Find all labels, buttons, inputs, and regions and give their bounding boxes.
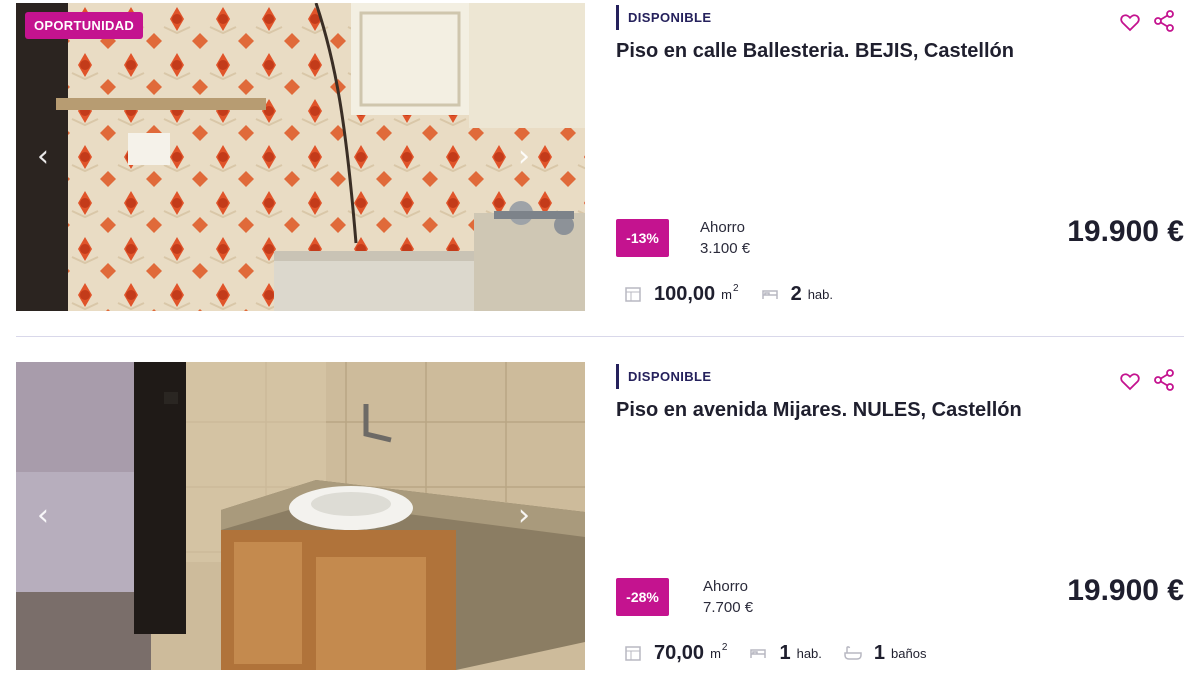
- chevron-left-icon[interactable]: ‹: [32, 501, 54, 531]
- rooms-feature: 1 hab.: [749, 641, 822, 665]
- kitchen-granite-counter-photo: [16, 362, 585, 670]
- bathtub-icon: [844, 646, 862, 660]
- bed-icon: [750, 649, 767, 658]
- rooms-value: 2: [790, 282, 802, 305]
- bed-icon: [761, 290, 778, 299]
- discount-badge: -13%: [616, 219, 669, 257]
- listing-photo[interactable]: OPORTUNIDAD: [16, 3, 585, 311]
- listing-title[interactable]: Piso en avenida Mijares. NULES, Castelló…: [616, 399, 1022, 422]
- rooms-value: 1: [779, 641, 791, 664]
- features-row: 100,00 m2 2 hab.: [624, 279, 855, 309]
- rooms-unit: hab.: [796, 645, 822, 661]
- baths-unit: baños: [891, 645, 927, 661]
- rooms-feature: 2 hab.: [761, 283, 833, 306]
- baths-value: 1: [873, 641, 886, 664]
- baths-feature: 1 baños: [844, 641, 927, 665]
- area-unit-sup: 2: [721, 641, 728, 653]
- features-row: 70,00 m2 1 hab. 1 baños: [624, 638, 948, 668]
- heart-icon[interactable]: [1118, 10, 1142, 34]
- chevron-right-icon[interactable]: ›: [513, 501, 535, 531]
- price: 19.900 €: [1067, 215, 1184, 248]
- listing-title[interactable]: Piso en calle Ballesteria. BEJIS, Castel…: [616, 40, 1014, 63]
- discount-badge: -28%: [616, 578, 669, 616]
- area-unit-sup: 2: [733, 282, 739, 294]
- area-unit: m: [721, 286, 733, 302]
- heart-icon[interactable]: [1118, 369, 1142, 393]
- status-label: DISPONIBLE: [616, 5, 711, 30]
- rooms-unit: hab.: [807, 286, 834, 302]
- saving-label: Ahorro: [703, 578, 749, 595]
- opportunity-badge: OPORTUNIDAD: [25, 12, 144, 39]
- share-icon[interactable]: [1152, 368, 1176, 392]
- area-feature: 70,00 m2: [624, 642, 727, 665]
- divider: [16, 336, 1184, 337]
- area-value: 70,00: [654, 641, 705, 664]
- saving-label: Ahorro: [700, 219, 746, 236]
- saving-value: 7.700 €: [703, 599, 754, 616]
- listing-photo[interactable]: [16, 362, 585, 670]
- area-value: 100,00: [654, 282, 716, 305]
- price: 19.900 €: [1067, 574, 1184, 607]
- saving-value: 3.100 €: [700, 240, 751, 257]
- listing-card[interactable]: ‹ › DISPONIBLE Piso en avenida Mijares. …: [0, 362, 1200, 672]
- share-icon[interactable]: [1152, 9, 1176, 33]
- area-unit: m: [710, 645, 721, 661]
- listing-card[interactable]: OPORTUNIDAD ‹ › DISPONIBLE Piso en calle…: [0, 3, 1200, 313]
- status-label: DISPONIBLE: [616, 364, 711, 389]
- floorplan-icon: [625, 287, 641, 302]
- chevron-right-icon[interactable]: ›: [513, 142, 535, 172]
- chevron-left-icon[interactable]: ‹: [32, 142, 54, 172]
- kitchen-orange-tiles-photo: [16, 3, 585, 311]
- floorplan-icon: [625, 646, 641, 661]
- area-feature: 100,00 m2: [624, 283, 739, 306]
